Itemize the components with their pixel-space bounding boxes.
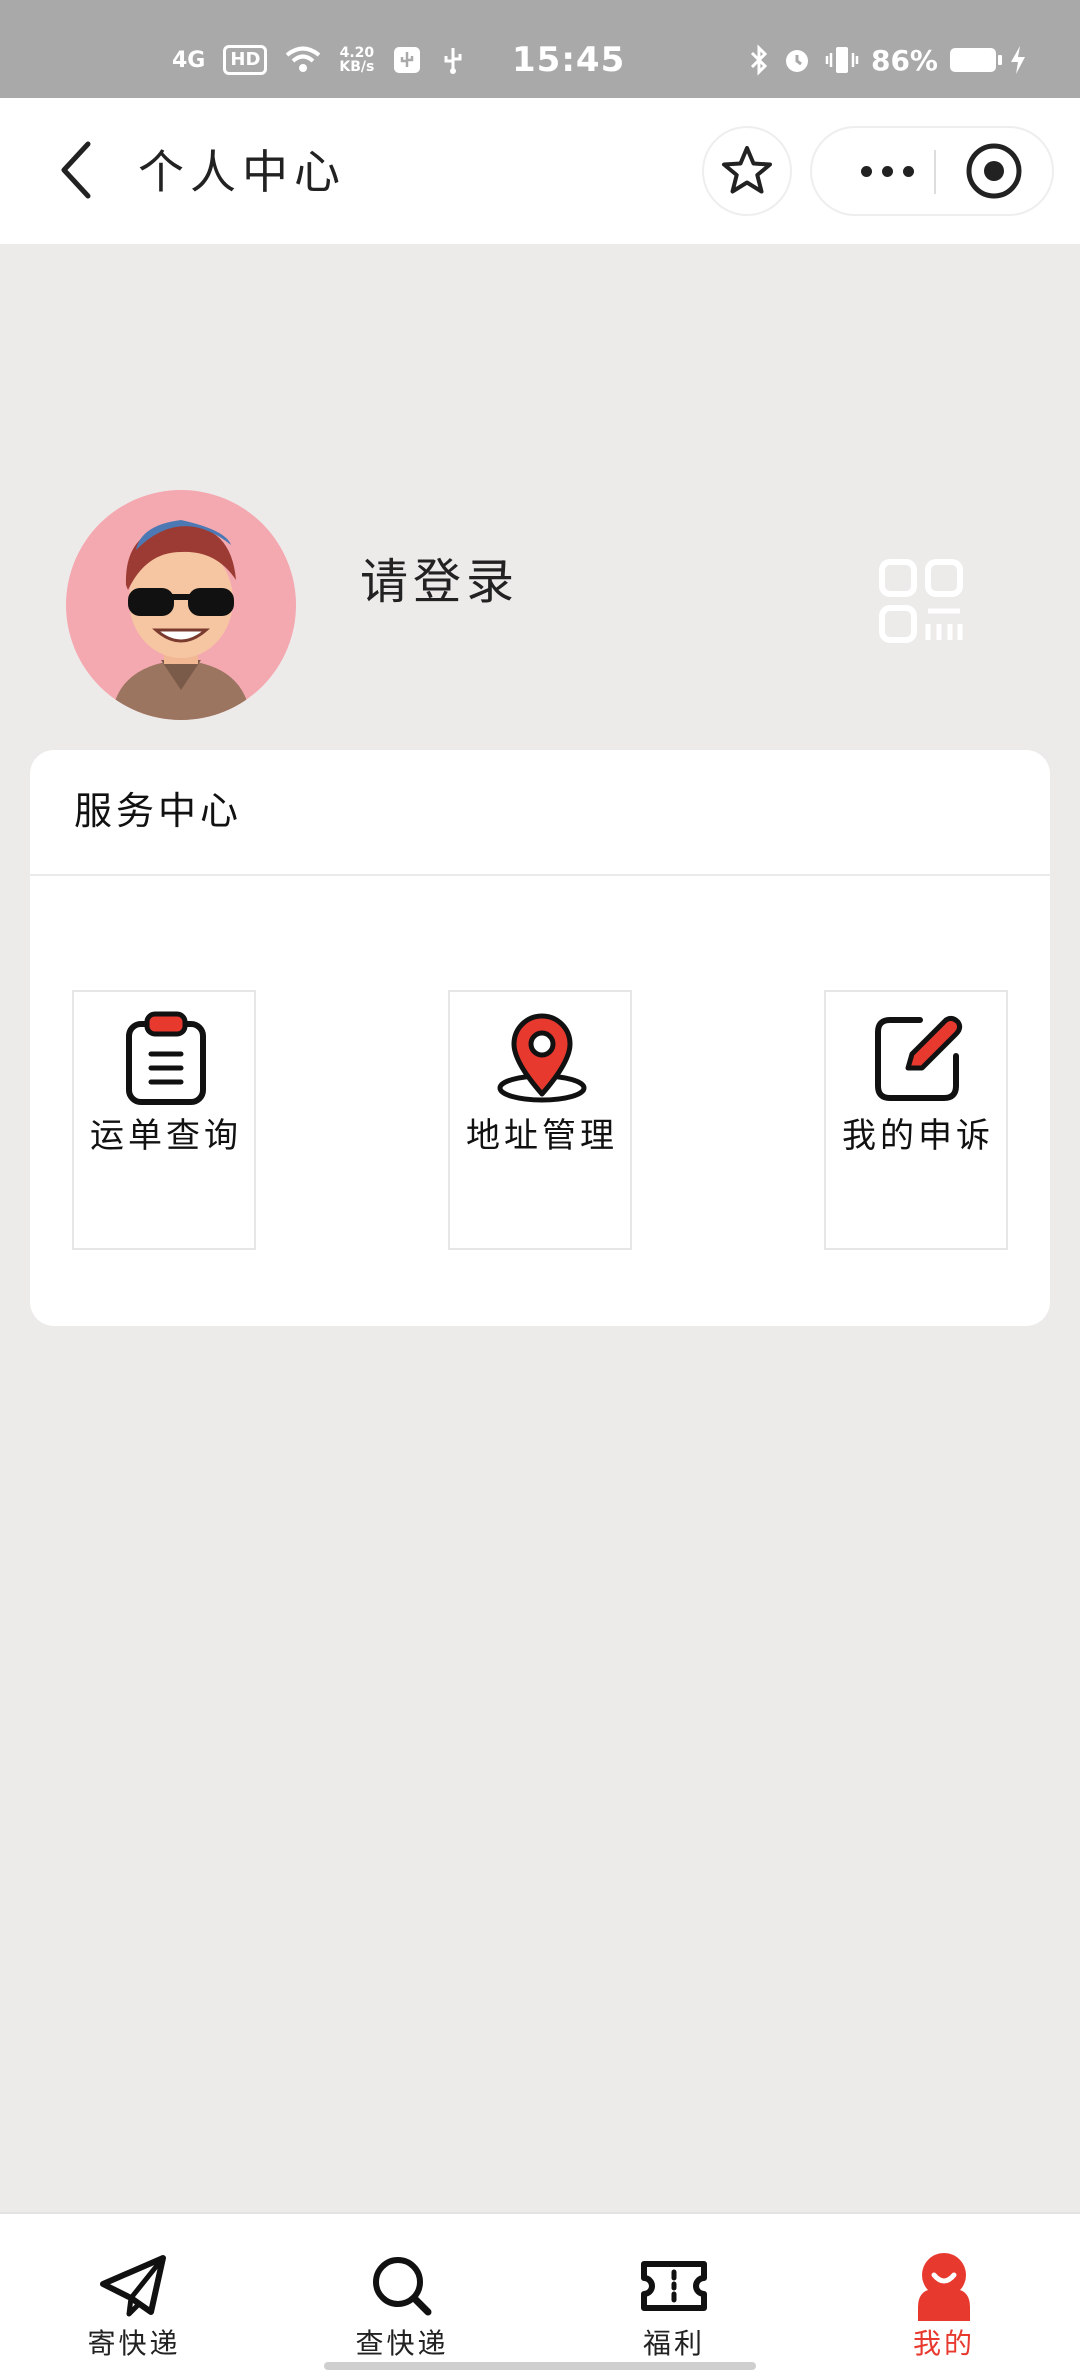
service-waybill-query[interactable]: 运单查询 xyxy=(72,990,256,1250)
nav-mine[interactable]: 我的 xyxy=(844,2214,1044,2364)
service-label: 地址管理 xyxy=(466,1116,618,1156)
nav-label: 寄快递 xyxy=(87,2327,181,2360)
nav-send-express[interactable]: 寄快递 xyxy=(34,2214,234,2364)
ticket-icon xyxy=(638,2250,710,2322)
hd-badge: HD xyxy=(223,45,268,75)
title-bar: 个人中心 xyxy=(0,98,1080,244)
speed-value: 4.20 xyxy=(339,45,375,61)
profile-icon xyxy=(908,2250,980,2322)
vibrate-icon xyxy=(825,47,859,73)
qr-code-icon xyxy=(879,559,963,643)
bottom-navigation: 寄快递 查快递 福利 我的 xyxy=(0,2212,1080,2376)
service-label: 我的申诉 xyxy=(842,1116,994,1156)
service-address-management[interactable]: 地址管理 xyxy=(448,990,632,1250)
usb-debug-icon xyxy=(394,47,421,73)
bluetooth-icon xyxy=(750,44,768,76)
capsule-divider xyxy=(934,150,936,194)
service-center-title: 服务中心 xyxy=(74,789,243,833)
nav-label: 查快递 xyxy=(355,2327,449,2360)
favorite-button[interactable] xyxy=(702,126,792,216)
location-pin-icon xyxy=(492,1008,592,1108)
wifi-icon xyxy=(286,46,321,72)
clock: 15:45 xyxy=(512,40,626,80)
chevron-left-icon xyxy=(61,141,91,199)
network-speed: 4.20 KB/s xyxy=(339,46,374,74)
qr-code-button[interactable] xyxy=(876,556,966,646)
avatar-character-icon xyxy=(111,520,251,720)
star-icon xyxy=(722,146,772,194)
status-bar: 4G HD 4.20 KB/s 15:45 86% xyxy=(0,0,1080,98)
battery-icon xyxy=(950,48,1002,72)
card-divider xyxy=(30,874,1050,876)
service-center-card: 服务中心 运单查询 地址管理 我的申诉 xyxy=(30,750,1050,1326)
battery-percent: 86% xyxy=(870,43,938,77)
edit-icon xyxy=(868,1008,968,1108)
search-icon xyxy=(366,2250,438,2322)
nav-track-express[interactable]: 查快递 xyxy=(302,2214,502,2364)
page-title: 个人中心 xyxy=(138,145,346,199)
home-indicator[interactable] xyxy=(324,2362,756,2370)
nav-benefits[interactable]: 福利 xyxy=(574,2214,774,2364)
status-right: 86% xyxy=(749,40,1028,80)
target-circle-icon xyxy=(966,143,1022,199)
mini-program-capsule xyxy=(810,126,1054,216)
avatar[interactable] xyxy=(66,490,296,720)
speed-unit: KB/s xyxy=(339,59,375,75)
paper-plane-icon xyxy=(98,2250,170,2322)
service-my-appeals[interactable]: 我的申诉 xyxy=(824,990,1008,1250)
nav-label: 我的 xyxy=(912,2327,975,2360)
network-indicator: 4G xyxy=(172,47,206,73)
service-label: 运单查询 xyxy=(90,1116,242,1156)
nav-label: 福利 xyxy=(642,2327,705,2360)
more-dot-icon xyxy=(881,165,893,177)
more-dot-icon xyxy=(860,165,872,177)
close-mini-program-button[interactable] xyxy=(964,141,1024,201)
alarm-icon xyxy=(785,50,808,72)
login-prompt[interactable]: 请登录 xyxy=(360,542,519,612)
back-button[interactable] xyxy=(40,134,112,206)
status-left: 4G HD 4.20 KB/s xyxy=(172,40,466,80)
more-button[interactable] xyxy=(842,128,932,214)
clipboard-icon xyxy=(116,1008,216,1108)
usb-icon xyxy=(444,48,462,74)
more-dot-icon xyxy=(902,165,914,177)
charging-icon xyxy=(1011,46,1025,74)
